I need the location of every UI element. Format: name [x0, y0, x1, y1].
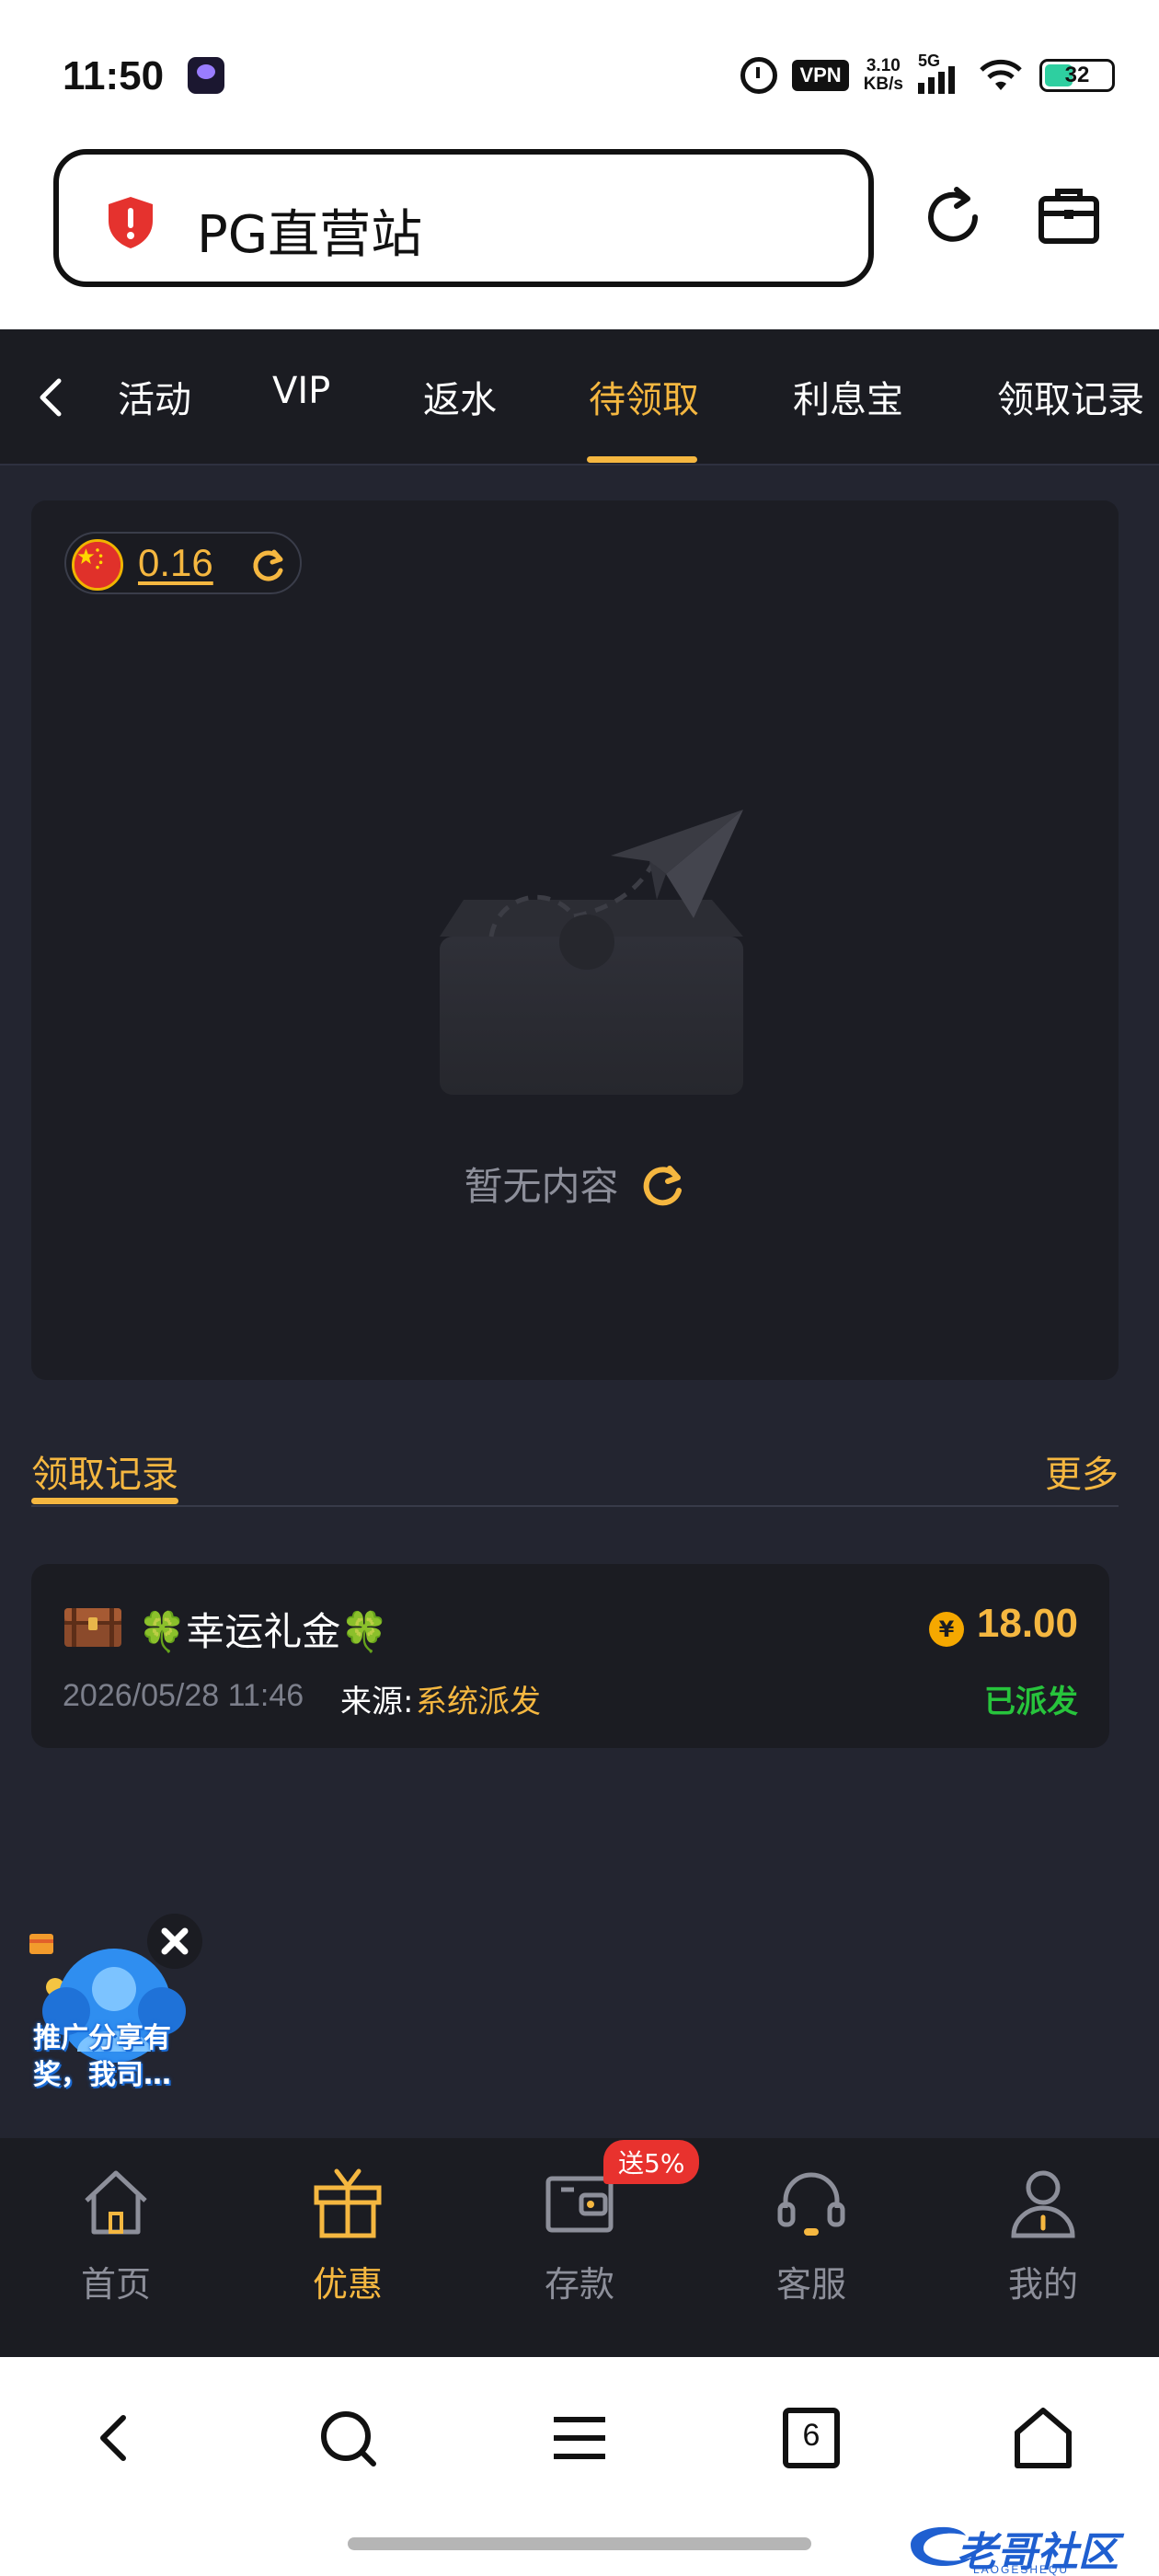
- tab-activity[interactable]: 活动: [118, 370, 191, 423]
- refresh-icon[interactable]: [250, 546, 287, 583]
- gift-icon: [314, 2168, 382, 2238]
- nav-profile[interactable]: 我的: [960, 2164, 1126, 2329]
- nav-deposit[interactable]: 存款: [497, 2164, 662, 2329]
- home-indicator[interactable]: [348, 2537, 811, 2550]
- address-bar[interactable]: PG直营站: [53, 149, 874, 287]
- nav-deposit-label: 存款: [544, 2264, 614, 2305]
- promo-text[interactable]: 推广分享有 奖，我司…: [33, 2020, 217, 2094]
- vpn-icon: VPN: [792, 60, 849, 91]
- tab-claim-history[interactable]: 领取记录: [997, 370, 1144, 423]
- battery-level: 32: [1064, 63, 1090, 87]
- record-title: 🍀幸运礼金🍀: [138, 1609, 389, 1654]
- empty-state: 暂无内容: [31, 1156, 1119, 1212]
- wifi-icon: [977, 57, 1025, 94]
- yuan-coin-icon: ¥: [929, 1612, 964, 1647]
- battery-icon: 32: [1039, 59, 1115, 92]
- user-icon: [1011, 2170, 1075, 2238]
- headset-icon: [777, 2172, 845, 2236]
- network-speed-unit: KB/s: [863, 75, 903, 94]
- refresh-icon[interactable]: [640, 1161, 686, 1207]
- status-time: 11:50: [63, 53, 165, 98]
- balance-pill[interactable]: 0.16: [64, 532, 302, 594]
- back-icon[interactable]: [81, 2403, 151, 2473]
- record-source-value: 系统派发: [416, 1684, 541, 1720]
- network-speed: 3.10 KB/s: [864, 57, 903, 94]
- status-icons: VPN 3.10 KB/s 5G 32: [740, 52, 1115, 98]
- promo-close-button[interactable]: [147, 1914, 202, 1969]
- url-title: PG直营站: [197, 205, 423, 265]
- promo-tabs: 活动 VIP 返水 待领取 利息宝 领取记录: [0, 329, 1159, 466]
- pending-panel: 0.16 暂无内容: [31, 500, 1119, 1380]
- reload-icon[interactable]: [920, 184, 986, 250]
- nav-offers-label: 优惠: [312, 2264, 383, 2305]
- app-bottom-nav: 首页 优惠 存款 客服 我的: [0, 2138, 1159, 2357]
- tab-pending[interactable]: 待领取: [589, 370, 699, 423]
- records-more-link[interactable]: 更多: [1045, 1444, 1119, 1498]
- tab-interest[interactable]: 利息宝: [793, 370, 903, 423]
- home-icon: [85, 2170, 147, 2235]
- nav-support-label: 客服: [775, 2264, 846, 2305]
- treasure-chest-icon: [64, 1608, 121, 1647]
- search-icon[interactable]: [313, 2403, 383, 2473]
- record-status: 已派发: [984, 1684, 1078, 1720]
- chevron-left-icon[interactable]: [33, 375, 70, 420]
- nav-offers[interactable]: 优惠: [265, 2164, 430, 2329]
- home-icon[interactable]: [1008, 2403, 1078, 2473]
- nav-profile-label: 我的: [1007, 2264, 1078, 2305]
- tab-count: 6: [802, 2418, 820, 2453]
- records-header: 领取记录 更多: [31, 1424, 1119, 1507]
- status-bar: 11:50 VPN 3.10 KB/s 5G 32: [0, 0, 1159, 147]
- nav-support[interactable]: 客服: [729, 2164, 894, 2329]
- record-source-label: 来源:: [340, 1684, 414, 1720]
- tab-vip[interactable]: VIP: [272, 370, 330, 412]
- promo-text-line2: 奖，我司…: [33, 2059, 171, 2091]
- briefcase-icon[interactable]: [1038, 184, 1100, 247]
- records-title-indicator: [31, 1498, 178, 1504]
- network-speed-value: 3.10: [866, 56, 901, 75]
- nav-home[interactable]: 首页: [33, 2164, 199, 2329]
- record-amount: 18.00: [976, 1601, 1078, 1646]
- alarm-icon: [740, 57, 778, 94]
- empty-state-text: 暂无内容: [464, 1164, 619, 1209]
- shield-icon: [109, 197, 153, 248]
- active-tab-indicator: [587, 456, 697, 463]
- nav-home-label: 首页: [80, 2264, 151, 2305]
- records-title[interactable]: 领取记录: [31, 1444, 178, 1498]
- balance-value: 0.16: [138, 541, 213, 584]
- menu-icon[interactable]: [545, 2403, 614, 2473]
- record-date: 2026/05/28 11:46: [63, 1678, 304, 1713]
- watermark-subtext: LAOGESHEQU: [973, 2563, 1070, 2576]
- china-flag-icon: [72, 539, 123, 591]
- close-icon: [161, 1927, 189, 1955]
- tab-rebate[interactable]: 返水: [423, 370, 497, 423]
- signal-icon: 5G: [918, 52, 962, 94]
- deposit-bonus-badge: 送5%: [603, 2140, 700, 2184]
- tabs-button[interactable]: 6: [776, 2403, 846, 2473]
- app-notification-icon: [188, 57, 224, 94]
- empty-box-icon: [440, 810, 743, 1095]
- record-card[interactable]: 🍀幸运礼金🍀 ¥ 18.00 2026/05/28 11:46 来源: 系统派发…: [31, 1564, 1109, 1748]
- promo-text-line1: 推广分享有: [33, 2022, 171, 2054]
